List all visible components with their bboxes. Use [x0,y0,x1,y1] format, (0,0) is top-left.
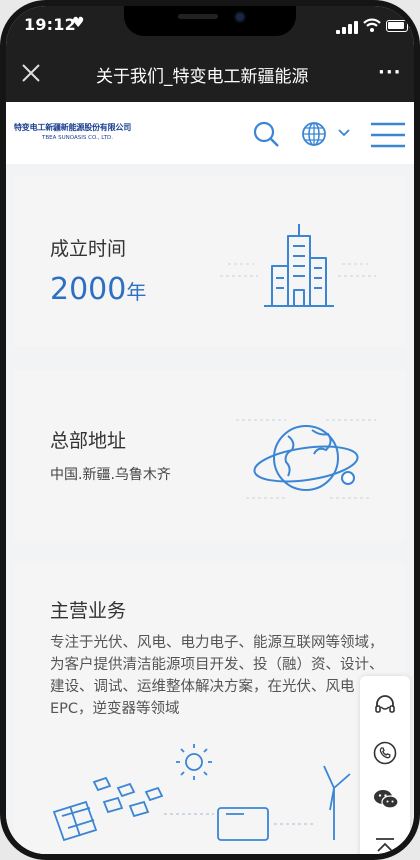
phone-frame: 19:12 ♥ 关于我们_特变电工新疆能源 ··· 特变电工新疆新能源股份有限公… [0,0,420,860]
business-description: 专注于光伏、风电、电力电子、能源互联网等领域，为客户提供清洁能源项目开发、投（融… [50,635,384,717]
logo-cn-text: 特变电工新疆新能源股份有限公司 [14,123,131,132]
status-bar: 19:12 ♥ [6,6,414,46]
business-title: 主营业务 [50,600,127,622]
chevron-down-icon[interactable] [338,128,350,138]
globe-icon[interactable] [300,120,328,148]
logo-en-text: TBEA SUNOASIS CO., LTD. [42,135,113,141]
founding-year: 2000年 [50,272,146,307]
battery-icon [386,20,411,32]
page-title: 关于我们_特变电工新疆能源 [96,67,309,86]
screen: 19:12 ♥ 关于我们_特变电工新疆能源 ··· 特变电工新疆新能源股份有限公… [6,6,414,854]
menu-icon[interactable] [370,122,406,148]
phone-icon [373,741,397,765]
status-time: 19:12 [24,15,76,34]
founding-card: 成立时间 2000年 [14,176,406,346]
year-number: 2000 [50,272,127,307]
phone-button[interactable] [360,730,410,776]
search-icon[interactable] [252,120,280,148]
close-icon[interactable] [20,62,42,84]
globe-illustration [236,419,376,499]
about-content: 成立时间 2000年 总部地址 中国.新疆.乌鲁木齐 主营业务 专注于光伏、风电… [6,164,414,854]
energy-illustration [52,744,351,842]
building-illustration [220,224,376,307]
signal-icon [336,21,358,34]
site-header: 特变电工新疆新能源股份有限公司 TBEA SUNOASIS CO., LTD. [6,102,414,164]
company-logo[interactable]: 特变电工新疆新能源股份有限公司 TBEA SUNOASIS CO., LTD. [14,122,174,148]
customer-service-button[interactable] [360,682,410,728]
notch [124,6,296,36]
camera [234,11,246,23]
headquarters-title: 总部地址 [50,430,127,452]
heart-icon: ♥ [72,15,85,31]
business-card: 主营业务 专注于光伏、风电、电力电子、能源互联网等领域，为客户提供清洁能源项目开… [14,564,406,854]
wechat-button[interactable] [360,776,410,822]
founding-title: 成立时间 [50,238,127,260]
headquarters-address: 中国.新疆.乌鲁木齐 [50,467,171,483]
back-to-top-button[interactable] [360,822,410,854]
wechat-icon [374,790,399,809]
more-icon[interactable]: ··· [378,62,402,83]
speaker [178,14,218,19]
floating-contact-bar [360,676,410,854]
wifi-icon [363,18,381,32]
year-unit: 年 [126,280,147,304]
webview-title-bar: 关于我们_特变电工新疆能源 ··· [6,46,414,102]
back-to-top-icon [376,838,394,852]
headquarters-card: 总部地址 中国.新疆.乌鲁木齐 [14,370,406,540]
headset-icon [375,695,395,713]
